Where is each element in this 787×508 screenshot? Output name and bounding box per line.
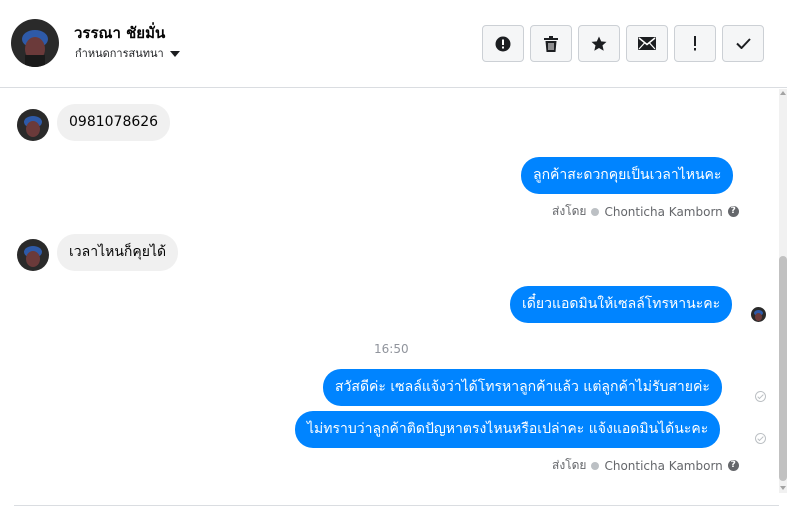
- help-icon[interactable]: ?: [727, 460, 739, 471]
- scroll-up-arrow-icon[interactable]: [780, 91, 786, 95]
- sender-name: Chonticha Kamborn: [604, 204, 723, 219]
- conversation-toolbar: [482, 25, 764, 62]
- follow-up-button[interactable]: [674, 25, 716, 62]
- mark-done-button[interactable]: [722, 25, 764, 62]
- scroll-down-arrow-icon[interactable]: [780, 486, 786, 490]
- star-icon: [591, 36, 607, 51]
- envelope-icon: [638, 37, 656, 50]
- conversation-header: วรรณา ชัยมั่น กำหนดการสนทนา: [0, 0, 787, 88]
- exclamation-icon: [694, 36, 696, 51]
- delivered-check-icon: [755, 433, 766, 444]
- mark-unread-button[interactable]: [626, 25, 668, 62]
- caret-down-icon: [169, 50, 180, 57]
- message-timestamp: 16:50: [374, 342, 409, 356]
- incoming-message-bubble[interactable]: 0981078626: [57, 104, 171, 141]
- star-button[interactable]: [578, 25, 620, 62]
- mark-spam-button[interactable]: [482, 25, 524, 62]
- contact-avatar-small[interactable]: [17, 109, 49, 141]
- contact-avatar-small[interactable]: [17, 239, 49, 271]
- sent-by-info: ส่งโดย Chonticha Kamborn ?: [552, 456, 739, 475]
- sent-check-icon: [591, 207, 600, 216]
- sent-by-label: ส่งโดย: [552, 204, 587, 218]
- help-icon[interactable]: ?: [727, 206, 739, 217]
- outgoing-message-bubble[interactable]: ไม่ทราบว่าลูกค้าติดปัญหาตรงไหนหรือเปล่าค…: [295, 411, 721, 448]
- message-thread[interactable]: 0981078626 ลูกค้าสะดวกคุยเป็นเวลาไหนคะ ส…: [0, 89, 779, 493]
- scrollbar-thumb[interactable]: [779, 256, 787, 481]
- composer-divider: [14, 505, 779, 506]
- sender-name: Chonticha Kamborn: [604, 458, 723, 473]
- contact-avatar[interactable]: [11, 19, 59, 67]
- sent-check-icon: [591, 461, 600, 470]
- outgoing-message-bubble[interactable]: สวัสดีค่ะ เซลล์แจ้งว่าได้โทรหาลูกค้าแล้ว…: [323, 369, 722, 406]
- contact-name[interactable]: วรรณา ชัยมั่น: [74, 21, 165, 45]
- trash-icon: [544, 35, 558, 52]
- delete-button[interactable]: [530, 25, 572, 62]
- outgoing-message-bubble[interactable]: ลูกค้าสะดวกคุยเป็นเวลาไหนคะ: [521, 157, 734, 194]
- conversation-settings-dropdown[interactable]: กำหนดการสนทนา: [75, 44, 180, 62]
- checkmark-icon: [735, 38, 751, 49]
- delivered-check-icon: [755, 391, 766, 402]
- sent-by-label: ส่งโดย: [552, 458, 587, 472]
- conversation-settings-label: กำหนดการสนทนา: [75, 47, 164, 60]
- thread-scrollbar[interactable]: [779, 89, 787, 493]
- sent-by-info: ส่งโดย Chonticha Kamborn ?: [552, 202, 739, 221]
- alert-circle-icon: [495, 36, 511, 51]
- incoming-message-bubble[interactable]: เวลาไหนก็คุยได้: [57, 234, 179, 271]
- outgoing-message-bubble[interactable]: เดี๋ยวแอดมินให้เซลล์โทรหานะคะ: [510, 286, 733, 323]
- seen-by-avatar: [751, 307, 766, 322]
